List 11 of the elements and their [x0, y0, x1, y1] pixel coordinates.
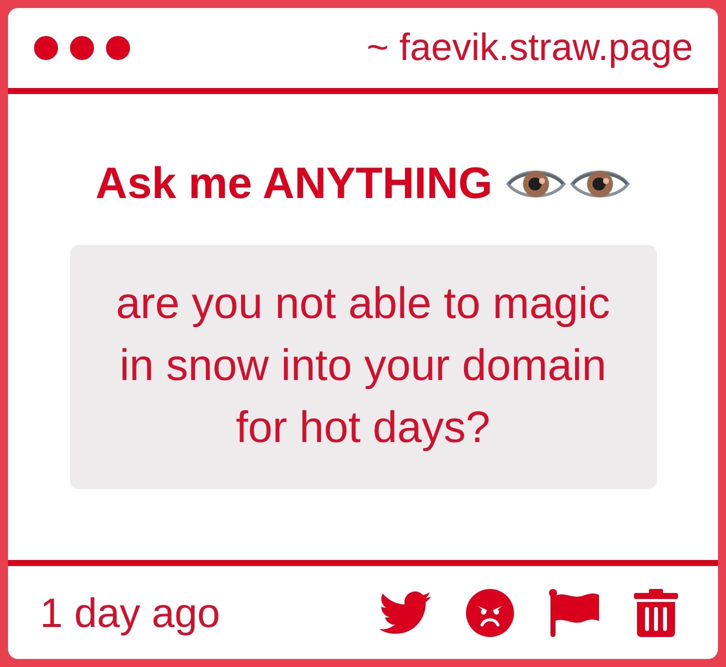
delete-icon[interactable] — [634, 588, 678, 636]
site-address: ~ faevik.straw.page — [366, 26, 693, 70]
page-heading: Ask me ANYTHING — [96, 158, 492, 210]
window-dot-icon — [70, 36, 94, 60]
question-text: are you not able to magic in snow into your domain for hot days? — [70, 245, 656, 489]
window-dot-icon — [34, 36, 58, 60]
flag-icon[interactable] — [548, 588, 600, 636]
timestamp: 1 day ago — [40, 588, 220, 636]
window-dot-icon — [106, 36, 130, 60]
bird-icon[interactable] — [380, 588, 432, 636]
angry-face-icon[interactable] — [466, 588, 514, 636]
